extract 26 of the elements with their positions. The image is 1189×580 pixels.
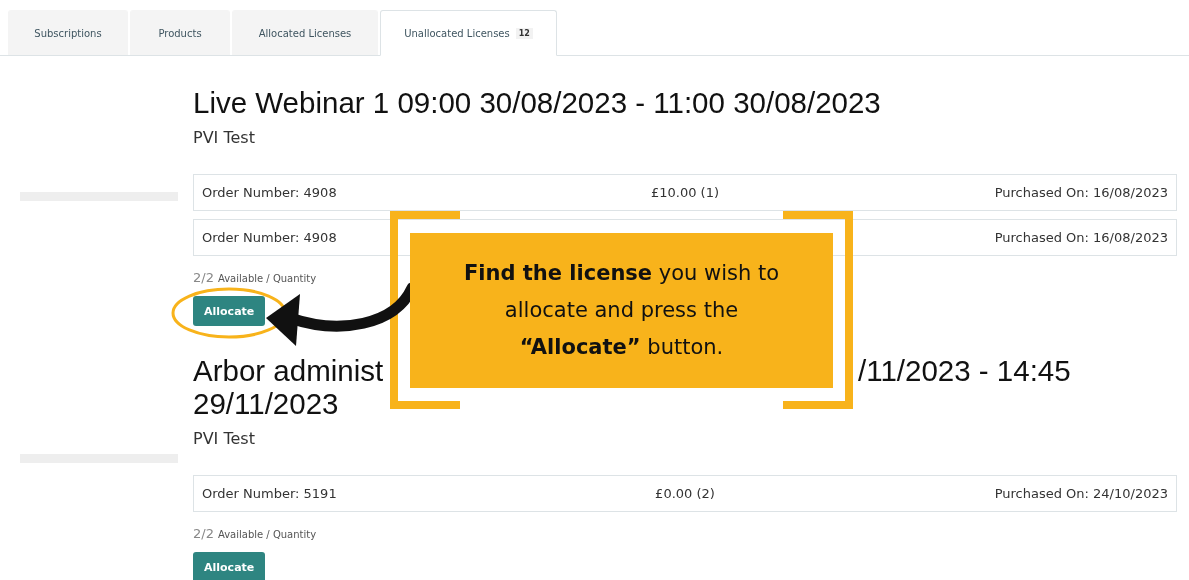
license-title: Arbor administ	[193, 354, 385, 387]
allocate-button[interactable]: Allocate	[193, 296, 266, 326]
order-number: Order Number: 4908	[202, 230, 338, 245]
purchase-date: Purchased On: 16/08/2023	[993, 230, 1168, 245]
purchase-date: Purchased On: 16/08/2023	[993, 185, 1168, 200]
tab[interactable]: Allocated Licenses	[232, 10, 378, 55]
order-number: Order Number: 5191	[202, 486, 338, 501]
order-number: Order Number: 4908	[202, 185, 338, 200]
license-title: Live Webinar 1 09:00 30/08/2023 - 11:00 30/08/2023	[193, 86, 882, 119]
available-count: 2/2	[193, 270, 214, 285]
license-title: /11/2023 - 14:45	[858, 354, 1072, 387]
tab[interactable]: Unallocated Licenses 12	[380, 10, 557, 56]
available-label: Available / Quantity	[217, 529, 317, 540]
order-price: £10.00 (1)	[650, 185, 719, 200]
order-price: £0.00 (2)	[655, 486, 715, 501]
tab[interactable]: Products	[130, 10, 230, 55]
instruction-callout: Find the license you wish to allocate and press the “Allocate” button.	[410, 233, 833, 388]
license-title: 29/11/2023	[193, 387, 340, 420]
license-subtitle: PVI Test	[193, 128, 256, 147]
available-count: 2/2	[193, 526, 214, 541]
allocate-button[interactable]: Allocate	[193, 552, 266, 580]
available-label: Available / Quantity	[217, 273, 317, 284]
purchase-date: Purchased On: 24/10/2023	[993, 486, 1168, 501]
count-badge: 12	[515, 27, 533, 39]
license-subtitle: PVI Test	[193, 429, 256, 448]
tab[interactable]: Subscriptions	[8, 10, 128, 55]
